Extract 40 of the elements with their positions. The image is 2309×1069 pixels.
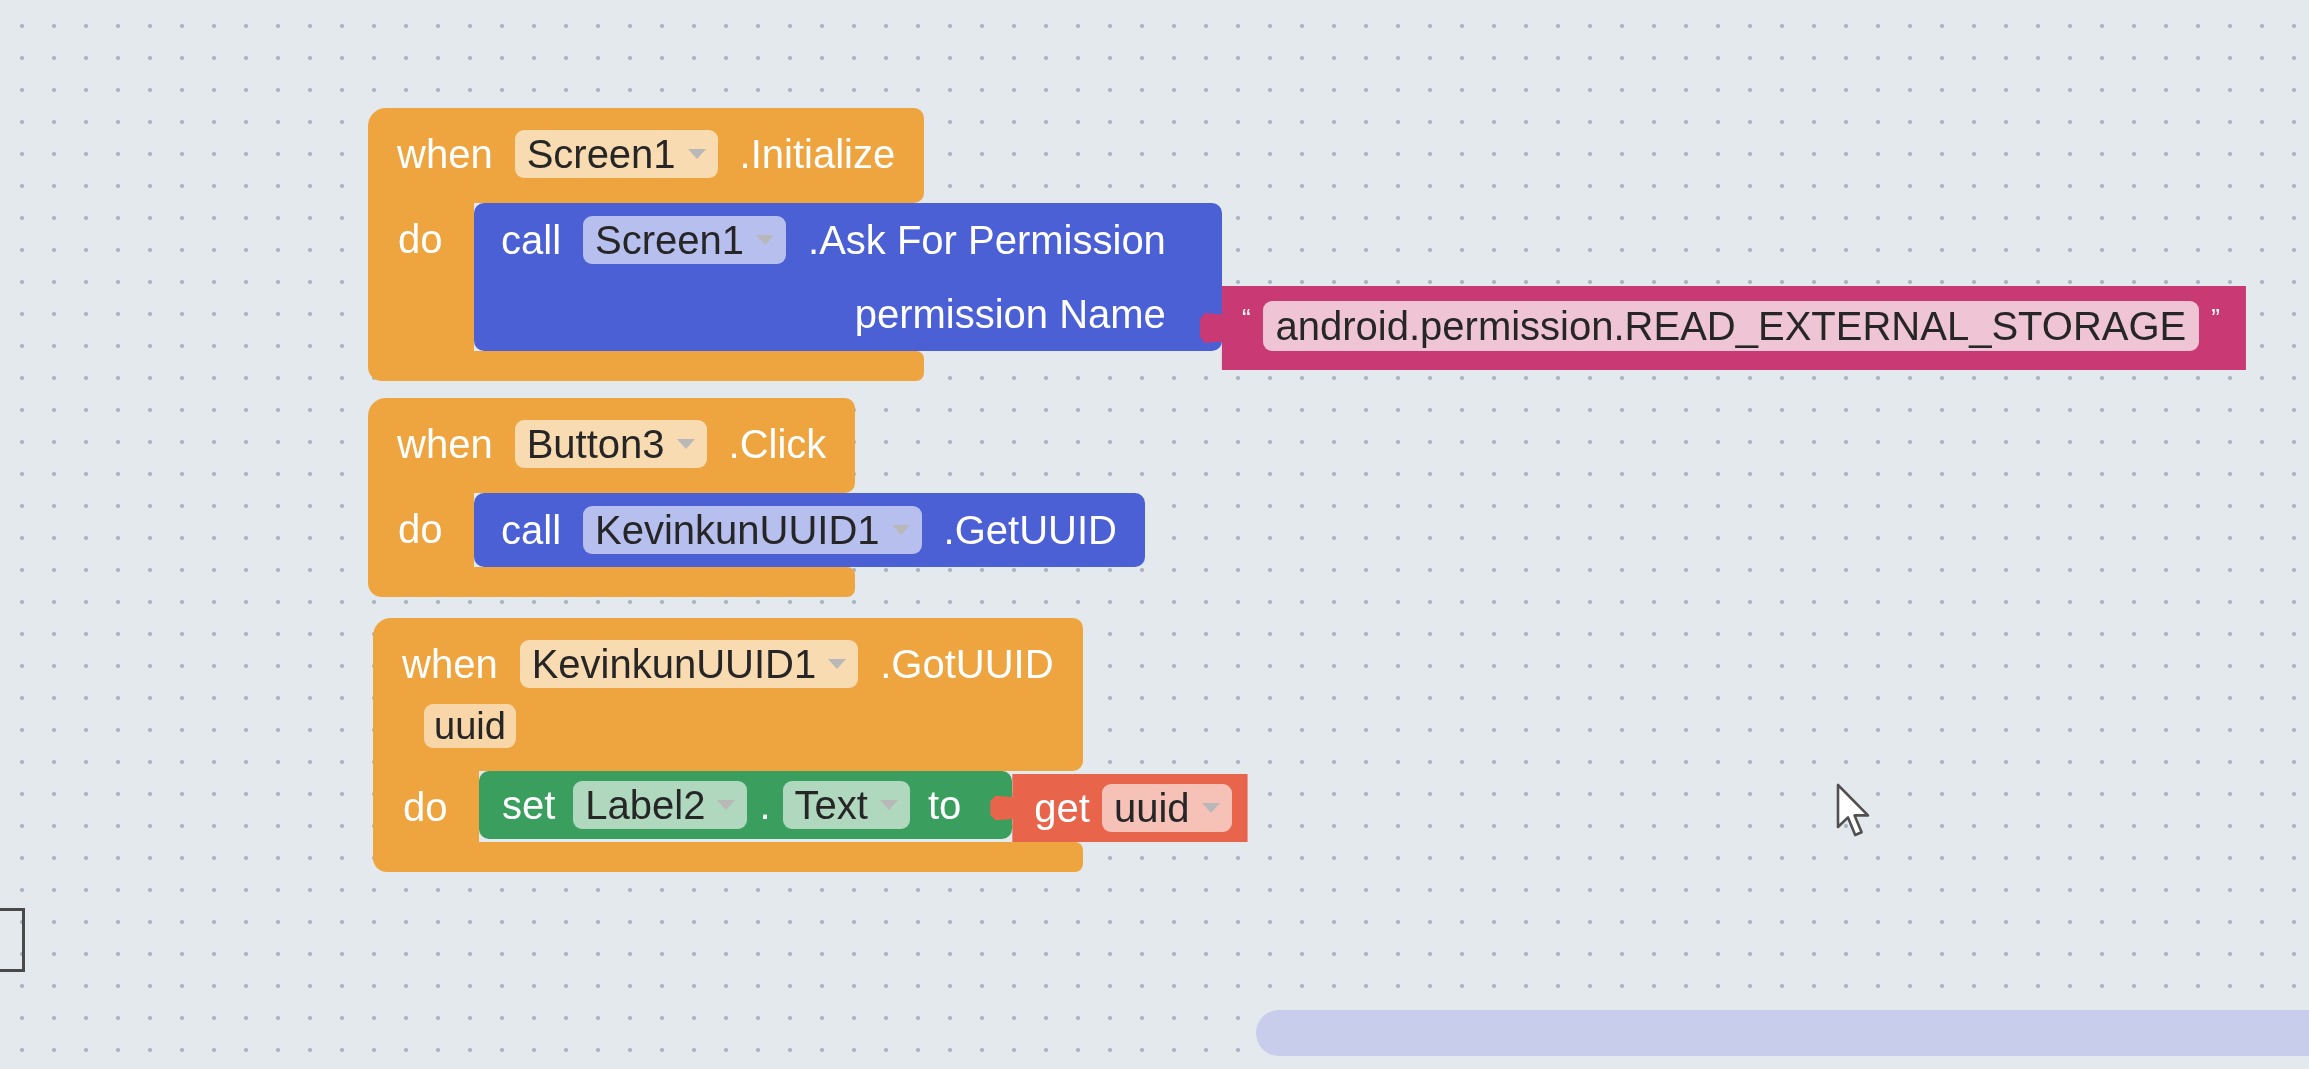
do-keyword: do [398,507,443,551]
to-keyword: to [927,782,962,829]
horizontal-scrollbar[interactable] [1256,1010,2309,1056]
variable-dropdown[interactable]: uuid [1101,784,1232,832]
when-keyword: when [397,421,493,468]
caret-icon [717,800,736,810]
dot-separator: . [759,782,771,829]
caret-icon [676,439,695,449]
caret-icon [687,149,706,159]
component-dropdown[interactable]: Label2 [573,781,748,829]
event-name-label: .GotUUID [880,641,1054,688]
property-dropdown[interactable]: Text [782,781,910,829]
set-keyword: set [502,782,556,829]
event-name-label: .Initialize [739,131,896,178]
when-keyword: when [402,641,498,688]
event-name-label: .Click [728,421,827,468]
component-dropdown[interactable]: Screen1 [583,216,786,264]
call-keyword: call [501,507,562,554]
argument-label: permission Name [854,291,1166,338]
caret-icon [756,235,774,245]
do-keyword: do [403,785,448,829]
caret-icon [879,800,898,810]
call-keyword: call [501,217,562,264]
method-name-label: .Ask For Permission [808,217,1166,264]
event-parameter[interactable]: uuid [424,704,516,748]
component-dropdown[interactable]: Button3 [514,420,707,468]
text-value-field[interactable]: android.permission.READ_EXTERNAL_STORAGE [1262,301,2200,351]
when-keyword: when [397,131,493,178]
close-quote: ” [2211,302,2220,331]
get-keyword: get [1034,785,1090,832]
caret-icon [828,659,847,669]
open-quote: “ [1241,302,1251,331]
caret-icon [891,525,910,535]
do-keyword: do [398,217,443,261]
method-name-label: .GetUUID [943,507,1117,554]
component-dropdown[interactable]: KevinkunUUID1 [519,640,859,688]
square-outline-icon [0,908,25,972]
caret-icon [1201,803,1220,813]
component-dropdown[interactable]: Screen1 [514,130,718,178]
component-dropdown[interactable]: KevinkunUUID1 [583,506,922,554]
